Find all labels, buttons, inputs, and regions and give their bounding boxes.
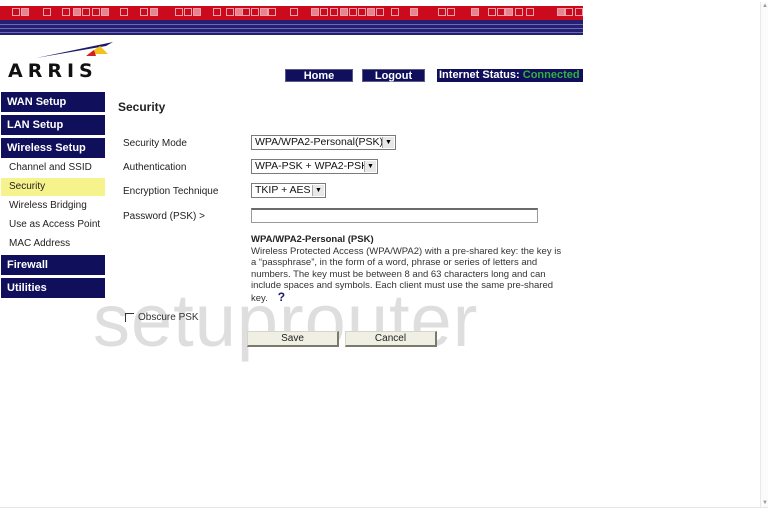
security-mode-select[interactable]: WPA/WPA2-Personal(PSK) ▼ (251, 135, 396, 150)
banner-square (193, 8, 201, 16)
arris-swoosh-icon (36, 42, 113, 58)
banner-square (62, 8, 70, 16)
banner-square (251, 8, 259, 16)
arris-logo: ARRIS (8, 40, 118, 82)
chevron-down-icon[interactable]: ▼ (382, 137, 394, 148)
scrollbar[interactable]: ▲ ▼ (760, 2, 768, 507)
banner-square (410, 8, 418, 16)
banner-square (175, 8, 183, 16)
banner-square (349, 8, 357, 16)
sidebar-item-mac-address-control[interactable]: MAC Address Control (1, 235, 105, 267)
banner-square (268, 8, 276, 16)
banner-square (213, 8, 221, 16)
banner-square (358, 8, 366, 16)
authentication-value: WPA-PSK + WPA2-PSK (255, 160, 369, 172)
authentication-select[interactable]: WPA-PSK + WPA2-PSK ▼ (251, 159, 378, 174)
banner-square (184, 8, 192, 16)
banner-red-strip (0, 6, 583, 20)
password-input[interactable] (251, 208, 538, 223)
logo-text: ARRIS (8, 60, 98, 82)
password-label: Password (PSK) > (123, 211, 205, 222)
scroll-down-icon[interactable]: ▼ (761, 499, 768, 507)
obscure-psk-label: Obscure PSK (138, 312, 199, 323)
encryption-technique-label: Encryption Technique (123, 186, 219, 197)
banner-square (330, 8, 338, 16)
banner-square (290, 8, 298, 16)
sidebar-item-use-as-access-point[interactable]: Use as Access Point (1, 216, 105, 234)
cancel-button[interactable]: Cancel (345, 331, 437, 347)
sidebar-item-wireless-setup[interactable]: Wireless Setup (1, 138, 105, 158)
security-mode-label: Security Mode (123, 138, 187, 149)
banner-square (82, 8, 90, 16)
header-banner (0, 6, 583, 35)
banner-square (471, 8, 479, 16)
home-button[interactable]: Home (285, 69, 353, 82)
obscure-psk-checkbox[interactable] (125, 312, 134, 322)
banner-square (447, 8, 455, 16)
internet-status-label: Internet Status: (439, 69, 520, 81)
banner-stripe (0, 24, 583, 25)
chevron-down-icon[interactable]: ▼ (364, 161, 376, 172)
banner-square (340, 8, 348, 16)
banner-square (12, 8, 20, 16)
banner-square (73, 8, 81, 16)
sidebar-item-utilities[interactable]: Utilities (1, 278, 105, 298)
sidebar-item-firewall[interactable]: Firewall (1, 255, 105, 275)
banner-square (438, 8, 446, 16)
banner-square (150, 8, 158, 16)
banner-square (226, 8, 234, 16)
banner-square (92, 8, 100, 16)
banner-square (43, 8, 51, 16)
banner-square (260, 8, 268, 16)
banner-square (101, 8, 109, 16)
banner-square (557, 8, 565, 16)
banner-square (505, 8, 513, 16)
scroll-up-icon[interactable]: ▲ (761, 2, 768, 10)
encryption-technique-value: TKIP + AES (255, 184, 311, 196)
banner-square (242, 8, 250, 16)
page-title: Security (118, 100, 166, 114)
description-title: WPA/WPA2-Personal (PSK) (251, 234, 374, 245)
banner-square (21, 8, 29, 16)
sidebar-item-security[interactable]: Security (1, 178, 105, 196)
banner-square (515, 8, 523, 16)
banner-square (367, 8, 375, 16)
banner-blue-strip (0, 20, 583, 35)
banner-square (140, 8, 148, 16)
internet-status: Internet Status: Connected (437, 69, 583, 82)
authentication-label: Authentication (123, 162, 187, 173)
banner-square (311, 8, 319, 16)
banner-square (565, 8, 573, 16)
banner-square (575, 8, 583, 16)
encryption-technique-select[interactable]: TKIP + AES ▼ (251, 183, 326, 198)
sidebar-item-wan-setup[interactable]: WAN Setup (1, 92, 105, 112)
banner-square (488, 8, 496, 16)
banner-stripe (0, 32, 583, 33)
chevron-down-icon[interactable]: ▼ (312, 185, 324, 196)
banner-square (320, 8, 328, 16)
security-mode-value: WPA/WPA2-Personal(PSK) (255, 136, 383, 148)
window-bottom-border (0, 507, 768, 508)
sidebar-item-channel-and-ssid[interactable]: Channel and SSID (1, 159, 105, 177)
save-button[interactable]: Save (247, 331, 339, 347)
internet-status-value: Connected (522, 69, 580, 81)
logout-button[interactable]: Logout (362, 69, 425, 82)
sidebar-item-lan-setup[interactable]: LAN Setup (1, 115, 105, 135)
banner-stripe (0, 28, 583, 29)
banner-square (376, 8, 384, 16)
banner-square (526, 8, 534, 16)
banner-square (497, 8, 505, 16)
sidebar-item-wireless-bridging[interactable]: Wireless Bridging (1, 197, 105, 215)
banner-square (391, 8, 399, 16)
banner-square (120, 8, 128, 16)
obscure-psk-row: Obscure PSK (125, 312, 199, 323)
